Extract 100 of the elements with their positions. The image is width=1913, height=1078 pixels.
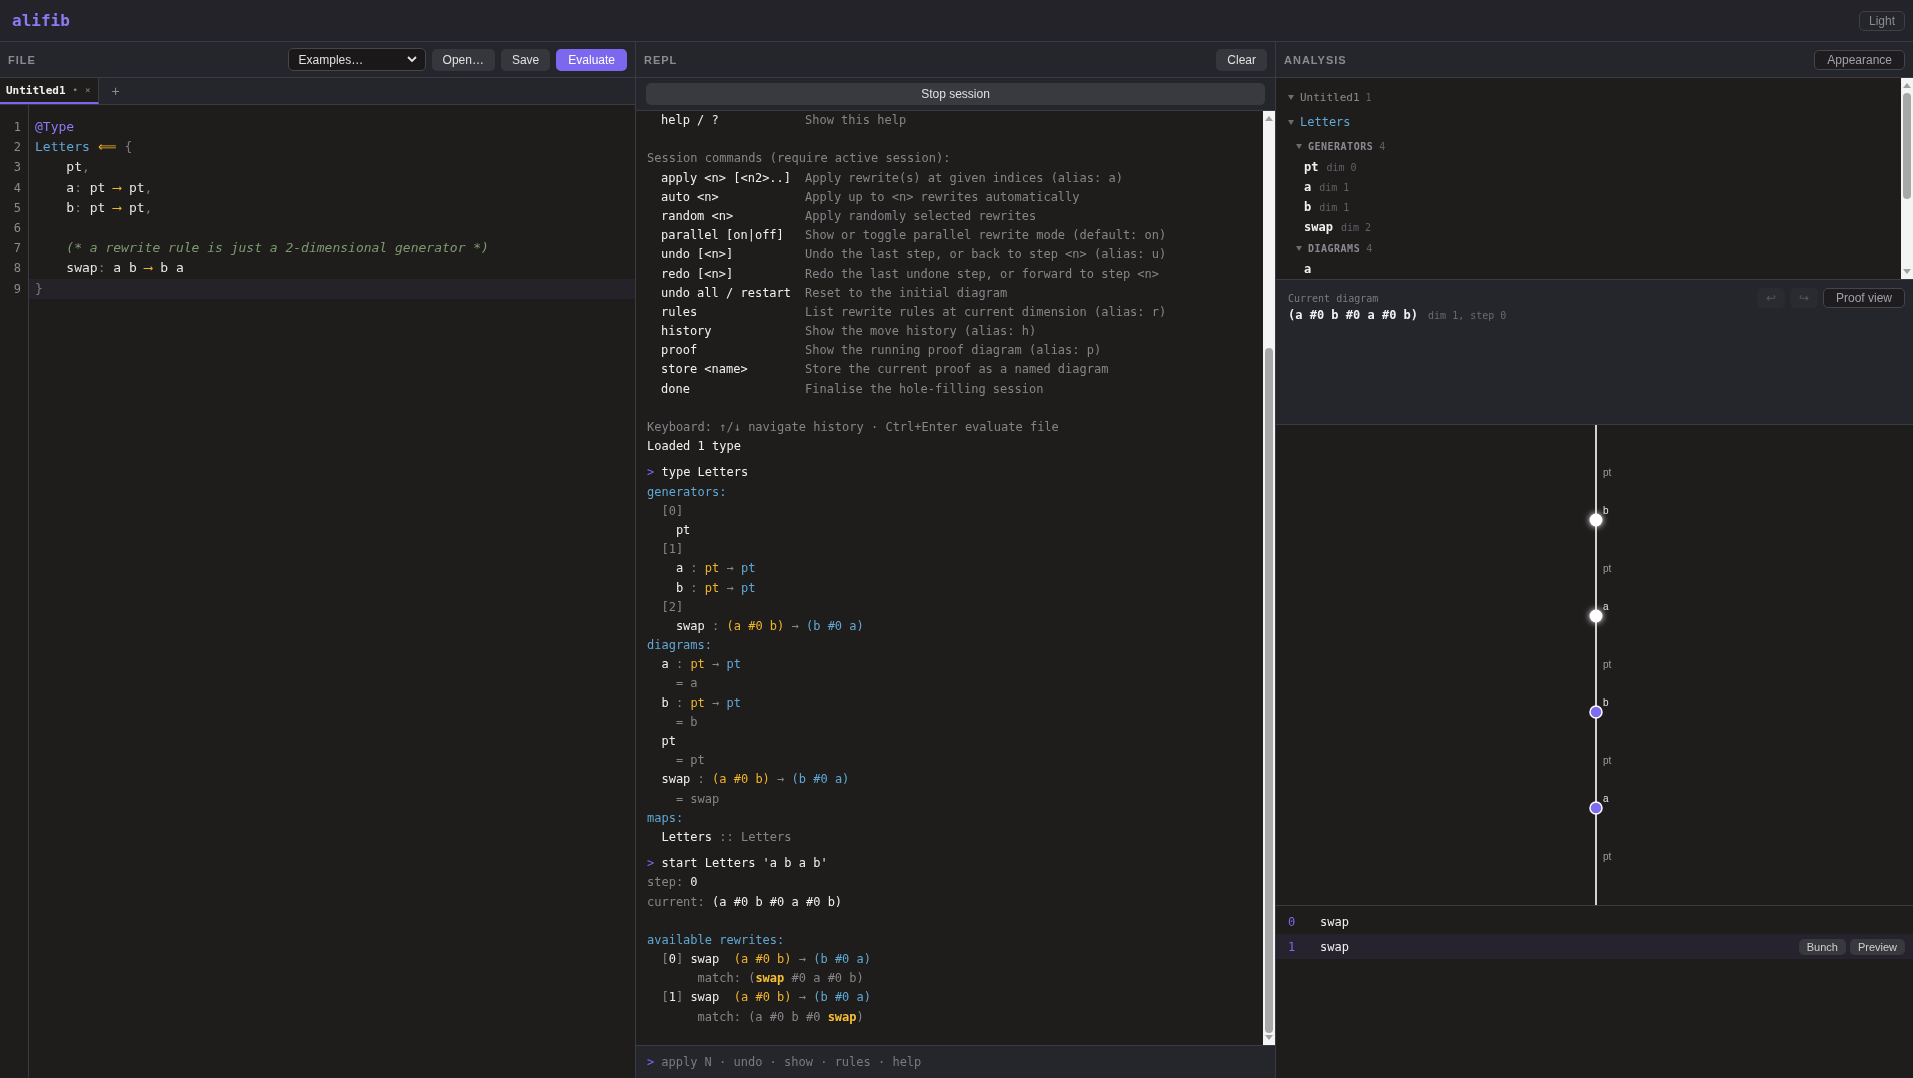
proof-view-button[interactable]: Proof view [1822, 288, 1905, 308]
help-description: Show this help [805, 112, 907, 129]
line-number: 3 [12, 159, 22, 177]
help-command: parallel [on|off] [661, 227, 785, 245]
help-command: history [661, 323, 713, 341]
output-line: [2] [660, 598, 685, 616]
code-line: a: pt ⟶ pt, [65, 178, 154, 197]
close-button[interactable]: × [85, 85, 91, 95]
tree-item[interactable]: b [1304, 200, 1312, 214]
diagram-node[interactable] [1589, 801, 1603, 815]
help-command: help / ? [661, 112, 720, 129]
line-number: 9 [12, 280, 22, 298]
appearance-button[interactable]: Appearance [1814, 49, 1905, 70]
evaluate-button[interactable]: Evaluate [556, 48, 627, 71]
tree-item[interactable]: swap [1304, 220, 1333, 234]
diagram-node[interactable] [1589, 705, 1603, 719]
line-number: 6 [12, 219, 22, 237]
command-field[interactable]: > apply N · undo · show · rules · help [636, 1045, 1275, 1078]
output-line: available rewrites: [647, 931, 786, 949]
toolbar-button[interactable]: Save [500, 48, 551, 71]
output-line: pt [674, 521, 692, 539]
diagram-node[interactable] [1589, 609, 1603, 623]
output-line: a : pt → pt [660, 656, 742, 674]
caret-icon[interactable] [1296, 245, 1302, 251]
node-label: b [1603, 505, 1609, 516]
code-line: swap: a b ⟶ b a [65, 259, 185, 278]
file-name[interactable]: Untitled1 [1300, 90, 1360, 104]
rewrite-action-button[interactable]: Preview [1849, 938, 1905, 955]
output-line: Keyboard: ↑/↓ navigate history · Ctrl+Enter evaluate file [647, 419, 1060, 436]
rewrite-index: 0 [1288, 914, 1297, 929]
help-description: Show or toggle parallel rewrite mode (default: on) [805, 227, 1167, 245]
help-description: Store the current proof as a named diagram [805, 361, 1109, 379]
wire-label: pt [1603, 467, 1612, 478]
output-line: Loaded 1 type [647, 438, 742, 456]
caret-icon[interactable] [1288, 119, 1294, 125]
help-description: Redo the last undone step, or forward to step <n> [805, 265, 1159, 283]
clear-button[interactable]: Clear [1216, 48, 1267, 71]
section-heading[interactable]: DIAGRAMS [1308, 242, 1361, 254]
help-command: random <n> [661, 207, 735, 225]
examples-dropdown[interactable]: Examples… [287, 48, 426, 71]
caret-icon[interactable] [1296, 143, 1302, 149]
code-line: (* a rewrite rule is just a 2-dimensional generator *) [65, 239, 490, 258]
wire-label: pt [1603, 851, 1612, 862]
caret-icon[interactable] [1288, 94, 1294, 100]
section-heading[interactable]: GENERATORS [1308, 140, 1374, 152]
output-line: a : pt → pt [674, 560, 757, 578]
help-description: Apply randomly selected rewrites [805, 207, 1037, 225]
command-line: > start Letters 'a b a b' [647, 855, 829, 873]
tree-item[interactable]: pt [1304, 160, 1319, 174]
help-command: done [661, 380, 691, 398]
modified-indicator: • [72, 85, 79, 95]
wire-label: pt [1603, 659, 1612, 670]
diagram-node[interactable] [1589, 513, 1603, 527]
rewrite-action-button[interactable]: Bunch [1798, 938, 1846, 955]
item-count: 4 [1366, 242, 1373, 254]
wire-label: pt [1603, 563, 1612, 574]
rewrite-row[interactable]: 1 swap Bunch Preview [1276, 934, 1913, 959]
help-description: Undo the last step, or back to step <n> (alias: u) [805, 246, 1167, 264]
dimension-label: dim 0 [1326, 161, 1357, 173]
dimension-label: dim 1 [1319, 201, 1350, 213]
node-label: b [1603, 697, 1609, 708]
rewrite-name: swap [1320, 914, 1349, 929]
output-line: [0] swap (a #0 b) → (b #0 a) [660, 951, 872, 969]
theme-button[interactable]: Light [1858, 10, 1905, 31]
command-input[interactable]: apply N · undo · show · rules · help [661, 1055, 1264, 1069]
help-command: redo [<n>] [661, 265, 735, 283]
help-command: proof [661, 342, 699, 360]
line-number: 1 [12, 119, 22, 136]
output-line: swap : (a #0 b) → (b #0 a) [674, 617, 865, 635]
scrollbar[interactable] [1263, 111, 1275, 1045]
section-label: Current diagram [1288, 292, 1379, 304]
toolbar-button[interactable]: Open… [431, 48, 495, 71]
help-command: store <name> [661, 361, 749, 379]
output-line: = a [674, 675, 699, 693]
panel-title: REPL [644, 53, 678, 66]
help-description: Show the move history (alias: h) [805, 323, 1037, 341]
line-number: 4 [12, 179, 22, 197]
type-name[interactable]: Letters [1300, 115, 1351, 129]
stop-session-button[interactable]: Stop session [646, 83, 1265, 105]
help-command: undo all / restart [661, 284, 793, 302]
new-tab-button[interactable]: + [99, 83, 132, 99]
file-tab[interactable]: Untitled1 • × [0, 78, 100, 104]
output-line: b : pt → pt [674, 579, 757, 597]
help-description: Apply up to <n> rewrites automatically [805, 188, 1080, 206]
tree-item[interactable]: a [1304, 262, 1312, 276]
output-line: b : pt → pt [660, 694, 742, 712]
help-command: undo [<n>] [661, 246, 735, 264]
line-number: 8 [12, 260, 22, 278]
wire-label: pt [1603, 755, 1612, 766]
tree-item[interactable]: a [1304, 180, 1312, 194]
code-line: pt, [65, 158, 91, 177]
help-command: rules [661, 303, 699, 321]
output-line: pt [660, 733, 677, 750]
output-line: [0] [660, 502, 685, 520]
rewrite-row[interactable]: 0 swap [1276, 909, 1913, 934]
scrollbar[interactable] [1901, 78, 1913, 279]
line-number: 7 [12, 240, 22, 258]
panel-title: FILE [8, 53, 36, 66]
help-description: Apply rewrite(s) at given indices (alias: a) [805, 169, 1123, 187]
app-title: alifib [12, 11, 70, 30]
